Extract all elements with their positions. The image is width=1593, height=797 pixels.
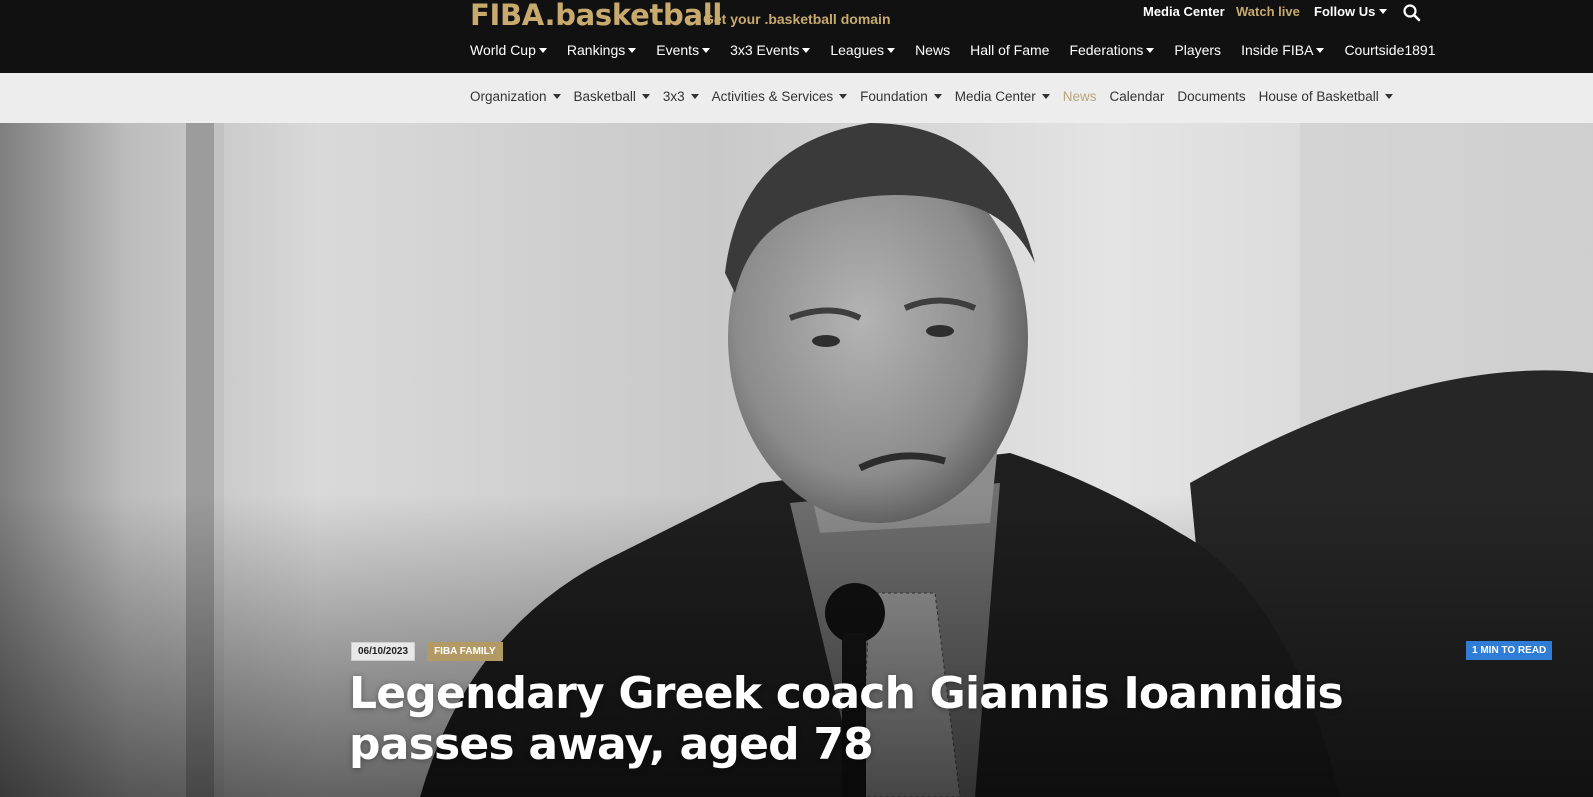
article-hero[interactable]: 06/10/2023 FIBA FAMILY 1 MIN TO READ Leg… bbox=[0, 123, 1593, 797]
follow-us-dropdown[interactable]: Follow Us bbox=[1314, 4, 1388, 19]
main-nav-item-3x3-events[interactable]: 3x3 Events bbox=[730, 42, 811, 58]
main-nav-item-label: Leagues bbox=[830, 42, 885, 58]
sub-nav-item-news[interactable]: News bbox=[1063, 89, 1097, 104]
sub-nav-item-organization[interactable]: Organization bbox=[470, 89, 561, 104]
article-headline[interactable]: Legendary Greek coach Giannis Ioannidis … bbox=[349, 668, 1489, 770]
main-nav-item-label: 3x3 Events bbox=[730, 42, 800, 58]
media-center-label: Media Center bbox=[1143, 4, 1225, 19]
media-center-link[interactable]: Media Center bbox=[1143, 4, 1225, 19]
main-nav-item-players[interactable]: Players bbox=[1174, 42, 1221, 58]
sub-nav-item-label: Activities & Services bbox=[711, 89, 834, 104]
main-nav-item-label: Federations bbox=[1069, 42, 1144, 58]
follow-us-label: Follow Us bbox=[1314, 4, 1376, 19]
caret-down-icon bbox=[1146, 47, 1155, 53]
main-nav-item-label: Inside FIBA bbox=[1241, 42, 1314, 58]
read-time-badge: 1 MIN TO READ bbox=[1466, 641, 1553, 660]
caret-down-icon bbox=[1041, 94, 1050, 99]
main-nav-item-leagues[interactable]: Leagues bbox=[830, 42, 896, 58]
sub-nav-item-label: 3x3 bbox=[662, 89, 685, 104]
sub-nav-item-media-center[interactable]: Media Center bbox=[955, 89, 1050, 104]
sub-nav-item-label: Calendar bbox=[1109, 89, 1165, 104]
caret-down-icon bbox=[702, 47, 711, 53]
caret-down-icon bbox=[802, 47, 811, 53]
caret-down-icon bbox=[690, 94, 699, 99]
main-navigation: World Cup Rankings Events 3x3 Events Leagues… bbox=[470, 42, 1456, 58]
main-nav-item-news[interactable]: News bbox=[915, 42, 950, 58]
sub-nav-item-label: Organization bbox=[470, 89, 547, 104]
sub-nav-item-label: Documents bbox=[1177, 89, 1246, 104]
main-nav-item-label: Events bbox=[656, 42, 700, 58]
watch-live-label: Watch live bbox=[1236, 4, 1300, 19]
caret-down-icon bbox=[1379, 9, 1388, 14]
secondary-navigation-bar: Organization Basketball 3x3 Activities & Se… bbox=[0, 73, 1593, 123]
sub-nav-item-label: Media Center bbox=[954, 89, 1036, 104]
main-nav-item-label: World Cup bbox=[470, 42, 536, 58]
main-nav-item-hall-of-fame[interactable]: Hall of Fame bbox=[970, 42, 1049, 58]
domain-tagline-link[interactable]: Get your .basketball domain bbox=[703, 11, 891, 27]
caret-down-icon bbox=[887, 47, 896, 53]
top-header: FIBA.basketball Get your .basketball dom… bbox=[0, 0, 1593, 73]
main-nav-item-label: Courtside1891 bbox=[1344, 42, 1436, 58]
sub-nav-item-calendar[interactable]: Calendar bbox=[1110, 89, 1165, 104]
sub-nav-item-label: House of Basketball bbox=[1258, 89, 1379, 104]
sub-nav-item-3x3[interactable]: 3x3 bbox=[663, 89, 699, 104]
caret-down-icon bbox=[641, 94, 650, 99]
main-nav-item-label: Hall of Fame bbox=[970, 42, 1050, 58]
main-nav-item-inside-fiba[interactable]: Inside FIBA bbox=[1241, 42, 1325, 58]
caret-down-icon bbox=[933, 94, 942, 99]
sub-nav-item-basketball[interactable]: Basketball bbox=[574, 89, 650, 104]
main-nav-item-courtside1891[interactable]: Courtside1891 bbox=[1344, 42, 1435, 58]
caret-down-icon bbox=[839, 94, 848, 99]
site-logo[interactable]: FIBA.basketball bbox=[470, 0, 722, 32]
caret-down-icon bbox=[1316, 47, 1325, 53]
article-meta: 06/10/2023 FIBA FAMILY bbox=[351, 642, 503, 661]
main-nav-item-label: Rankings bbox=[566, 42, 626, 58]
article-category-badge[interactable]: FIBA FAMILY bbox=[427, 642, 503, 661]
caret-down-icon bbox=[1384, 94, 1393, 99]
sub-nav-item-label: News bbox=[1062, 89, 1097, 104]
article-date-badge: 06/10/2023 bbox=[351, 642, 416, 661]
sub-nav-item-label: Basketball bbox=[573, 89, 636, 104]
secondary-navigation: Organization Basketball 3x3 Activities & Se… bbox=[470, 89, 1406, 104]
caret-down-icon bbox=[552, 94, 561, 99]
sub-nav-item-activities-services[interactable]: Activities & Services bbox=[712, 89, 848, 104]
caret-down-icon bbox=[628, 47, 637, 53]
main-nav-item-rankings[interactable]: Rankings bbox=[566, 42, 637, 58]
sub-nav-item-documents[interactable]: Documents bbox=[1177, 89, 1245, 104]
sub-nav-item-label: Foundation bbox=[860, 89, 928, 104]
main-nav-item-label: Players bbox=[1174, 42, 1222, 58]
main-nav-item-world-cup[interactable]: World Cup bbox=[470, 42, 547, 58]
main-nav-item-label: News bbox=[915, 42, 951, 58]
caret-down-icon bbox=[538, 47, 547, 53]
main-nav-item-federations[interactable]: Federations bbox=[1069, 42, 1155, 58]
main-nav-item-events[interactable]: Events bbox=[656, 42, 711, 58]
sub-nav-item-house-of-basketball[interactable]: House of Basketball bbox=[1259, 89, 1393, 104]
sub-nav-item-foundation[interactable]: Foundation bbox=[860, 89, 942, 104]
search-icon[interactable] bbox=[1402, 3, 1422, 23]
watch-live-link[interactable]: Watch live bbox=[1236, 4, 1300, 19]
